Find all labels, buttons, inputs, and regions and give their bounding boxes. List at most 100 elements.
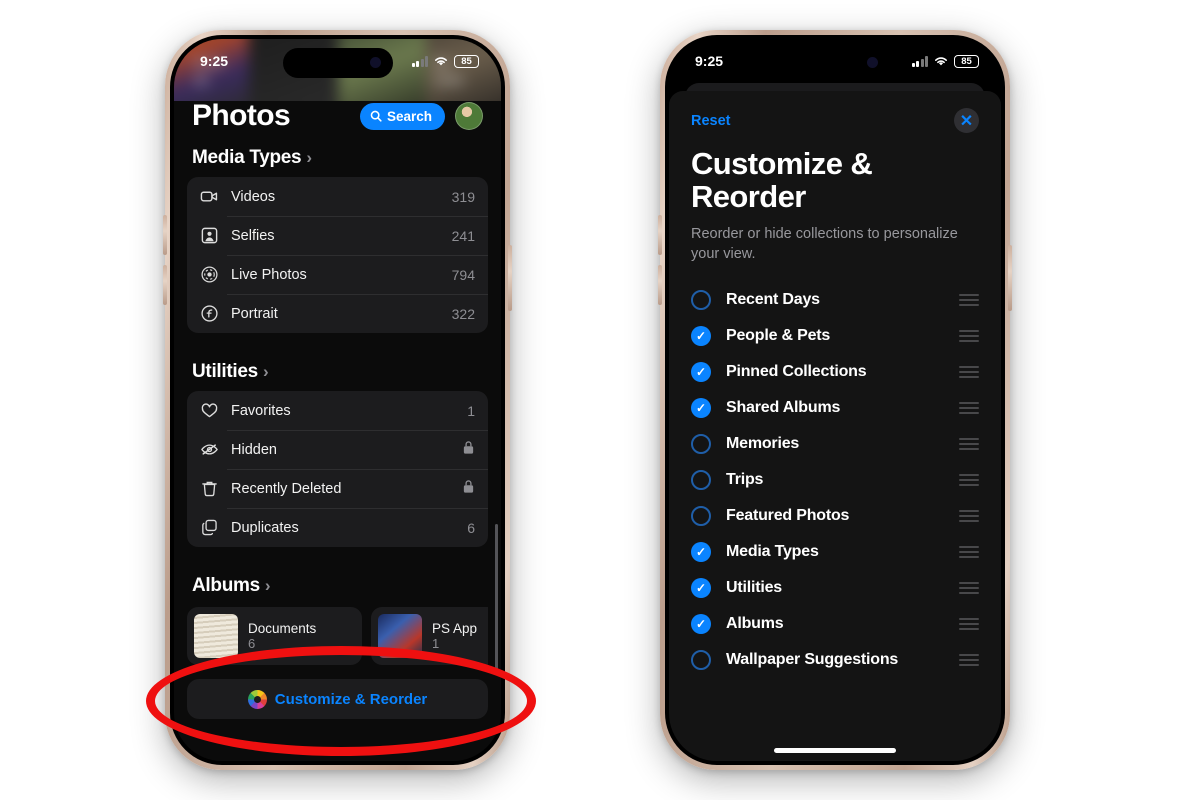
- collection-label: Trips: [726, 471, 764, 489]
- list-item-count: 319: [451, 188, 475, 205]
- dynamic-island: [282, 48, 393, 78]
- drag-handle-icon[interactable]: [959, 582, 979, 595]
- left-phone-power-button[interactable]: [508, 245, 512, 311]
- eye-slash-icon: [200, 440, 219, 459]
- lock-icon: [462, 440, 475, 460]
- customize-and-reorder-button[interactable]: Customize & Reorder: [187, 679, 488, 719]
- checkbox-checked-icon[interactable]: ✓: [691, 578, 711, 599]
- drag-handle-icon[interactable]: [959, 654, 979, 667]
- list-item[interactable]: Recent Days: [691, 282, 979, 318]
- collection-label: Albums: [726, 615, 784, 633]
- home-indicator[interactable]: [774, 748, 896, 753]
- section-title: Albums: [192, 575, 260, 596]
- left-phone-device: Gree20 ily1294 9:25: [163, 30, 512, 770]
- list-item-recently-deleted[interactable]: Recently Deleted: [187, 469, 488, 508]
- close-icon[interactable]: ✕: [954, 108, 979, 133]
- list-item-hidden[interactable]: Hidden: [187, 430, 488, 469]
- list-item-label: Selfies: [231, 227, 275, 244]
- collection-label: Shared Albums: [726, 399, 841, 417]
- drag-handle-icon[interactable]: [959, 546, 979, 559]
- right-phone-volume-down-button[interactable]: [658, 265, 662, 305]
- right-phone-volume-up-button[interactable]: [658, 215, 662, 255]
- status-time: 9:25: [695, 53, 724, 69]
- reset-button[interactable]: Reset: [691, 113, 731, 129]
- search-button-label: Search: [386, 108, 432, 124]
- lock-icon: [462, 479, 475, 499]
- section-header-utilities[interactable]: Utilities ›: [187, 353, 488, 391]
- list-item-count: 794: [451, 266, 475, 283]
- list-item[interactable]: ✓ Utilities: [691, 570, 979, 606]
- section-header-albums[interactable]: Albums ›: [187, 567, 488, 605]
- collection-label: Featured Photos: [726, 507, 850, 525]
- album-name: PS App: [432, 621, 478, 636]
- left-phone-volume-up-button[interactable]: [163, 215, 167, 255]
- right-phone-power-button[interactable]: [1008, 245, 1012, 311]
- customize-reorder-screen: 9:25 85 Reset ✕ Customize & Reorder Reor…: [669, 39, 1001, 761]
- list-item-count: 241: [451, 227, 475, 244]
- drag-handle-icon[interactable]: [959, 330, 979, 343]
- drag-handle-icon[interactable]: [959, 294, 979, 307]
- collection-label: Recent Days: [726, 291, 820, 309]
- checkbox-unchecked-icon[interactable]: [691, 650, 711, 671]
- album-thumbnail: [378, 614, 422, 658]
- list-item-count: 1: [467, 402, 475, 419]
- sheet-subtitle: Reorder or hide collections to personali…: [691, 225, 958, 262]
- list-item-label: Favorites: [231, 402, 291, 419]
- album-card-ps-app[interactable]: PS App 1: [371, 607, 488, 665]
- drag-handle-icon[interactable]: [959, 366, 979, 379]
- portrait-f-icon: [200, 304, 219, 323]
- list-item-videos[interactable]: Videos 319: [187, 177, 488, 216]
- albums-strip[interactable]: Documents 6 PS App 1: [187, 607, 488, 665]
- drag-handle-icon[interactable]: [959, 618, 979, 631]
- list-item[interactable]: Wallpaper Suggestions: [691, 642, 979, 678]
- collection-label: People & Pets: [726, 327, 831, 345]
- customize-bar: Customize & Reorder: [187, 679, 488, 719]
- home-indicator[interactable]: [276, 748, 399, 753]
- photos-scroll-area[interactable]: Media Types › Videos 319 Selfies 241 Liv…: [174, 139, 501, 761]
- album-card-documents[interactable]: Documents 6: [187, 607, 362, 665]
- drag-handle-icon[interactable]: [959, 474, 979, 487]
- sheet-toolbar: Reset ✕: [691, 91, 979, 133]
- collection-label: Memories: [726, 435, 800, 453]
- collection-label: Wallpaper Suggestions: [726, 651, 899, 669]
- list-item[interactable]: ✓ Shared Albums: [691, 390, 979, 426]
- section-title: Utilities: [192, 361, 258, 382]
- list-item-live-photos[interactable]: Live Photos 794: [187, 255, 488, 294]
- list-item[interactable]: ✓ Albums: [691, 606, 979, 642]
- collection-label: Media Types: [726, 543, 819, 561]
- checkbox-checked-icon[interactable]: ✓: [691, 398, 711, 419]
- drag-handle-icon[interactable]: [959, 438, 979, 451]
- trash-icon: [200, 479, 219, 498]
- list-item[interactable]: ✓ Pinned Collections: [691, 354, 979, 390]
- album-name: Documents: [248, 621, 317, 636]
- avatar[interactable]: [455, 102, 483, 130]
- collections-list: Recent Days ✓ People & Pets ✓ Pinned Col…: [691, 282, 979, 678]
- search-button[interactable]: Search: [359, 102, 445, 130]
- checkbox-checked-icon[interactable]: ✓: [691, 362, 711, 383]
- list-item-duplicates[interactable]: Duplicates 6: [187, 508, 488, 547]
- section-header-media-types[interactable]: Media Types ›: [187, 139, 488, 177]
- left-phone-volume-down-button[interactable]: [163, 265, 167, 305]
- list-item[interactable]: Memories: [691, 426, 979, 462]
- list-item-count: 6: [467, 519, 475, 536]
- live-photo-icon: [200, 265, 219, 284]
- list-item-favorites[interactable]: Favorites 1: [187, 391, 488, 430]
- list-item-selfies[interactable]: Selfies 241: [187, 216, 488, 255]
- list-item[interactable]: Trips: [691, 462, 979, 498]
- checkbox-unchecked-icon[interactable]: [691, 470, 711, 491]
- checkbox-checked-icon[interactable]: ✓: [691, 614, 711, 635]
- list-item[interactable]: Featured Photos: [691, 498, 979, 534]
- list-item[interactable]: ✓ People & Pets: [691, 318, 979, 354]
- drag-handle-icon[interactable]: [959, 402, 979, 415]
- list-item-label: Videos: [231, 188, 276, 205]
- collection-label: Pinned Collections: [726, 363, 867, 381]
- checkbox-unchecked-icon[interactable]: [691, 506, 711, 527]
- checkbox-unchecked-icon[interactable]: [691, 290, 711, 311]
- list-item[interactable]: ✓ Media Types: [691, 534, 979, 570]
- checkbox-checked-icon[interactable]: ✓: [691, 326, 711, 347]
- checkbox-unchecked-icon[interactable]: [691, 434, 711, 455]
- drag-handle-icon[interactable]: [959, 510, 979, 523]
- list-item-portrait[interactable]: Portrait 322: [187, 294, 488, 333]
- checkbox-checked-icon[interactable]: ✓: [691, 542, 711, 563]
- vertical-scrollbar[interactable]: [495, 524, 498, 674]
